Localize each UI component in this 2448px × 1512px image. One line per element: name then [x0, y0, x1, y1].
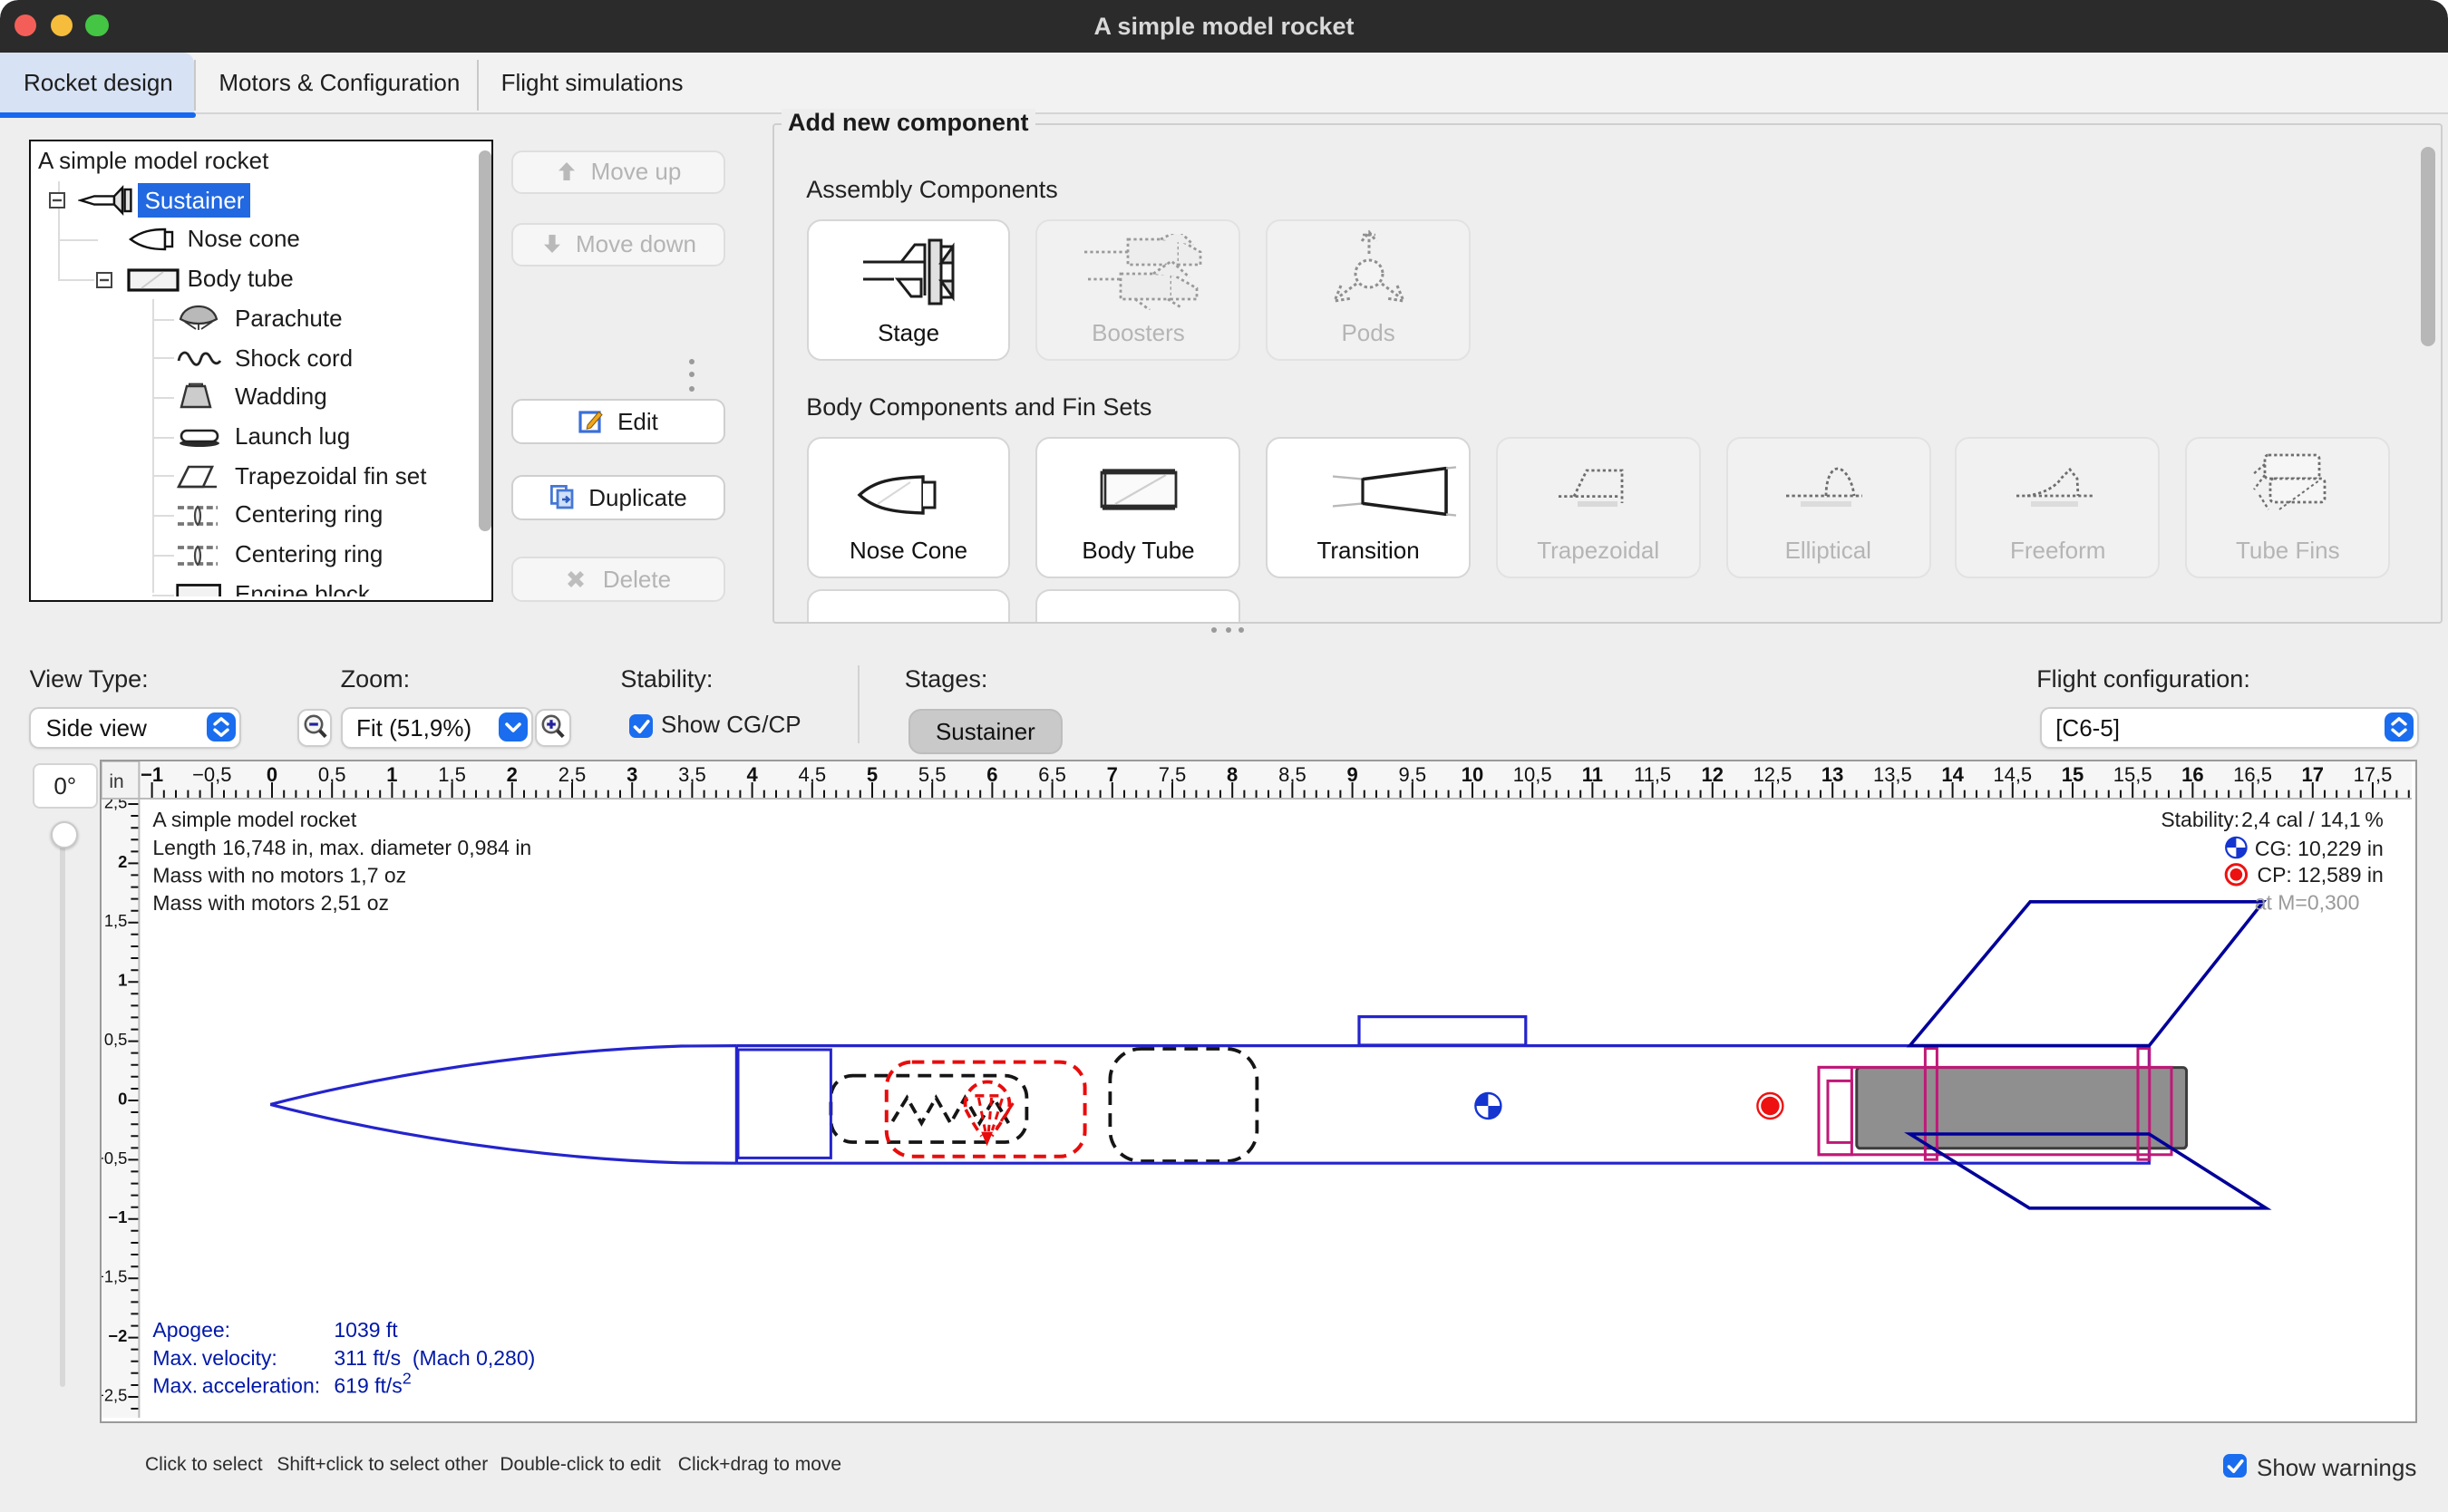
- svg-text:5,5: 5,5: [918, 763, 947, 786]
- svg-text:17: 17: [2301, 763, 2323, 786]
- svg-text:7: 7: [1106, 763, 1117, 786]
- svg-text:0: 0: [266, 763, 277, 786]
- svg-text:2: 2: [506, 763, 517, 786]
- svg-text:1: 1: [386, 763, 397, 786]
- svg-text:in: in: [109, 771, 123, 792]
- svg-text:16: 16: [2181, 763, 2203, 786]
- svg-text:4: 4: [746, 763, 758, 786]
- svg-text:15: 15: [2061, 763, 2083, 786]
- svg-text:1,5: 1,5: [103, 911, 127, 930]
- svg-text:−1,5: −1,5: [102, 1267, 127, 1286]
- svg-text:−1: −1: [141, 763, 163, 786]
- svg-text:13,5: 13,5: [1873, 763, 1912, 786]
- svg-text:Mass with motors 2,51 oz: Mass with motors 2,51 oz: [152, 891, 389, 915]
- svg-text:10: 10: [1461, 763, 1482, 786]
- svg-text:0: 0: [118, 1089, 127, 1108]
- svg-text:311 ft/s (Mach 0,280): 311 ft/s (Mach 0,280): [334, 1346, 535, 1370]
- svg-text:−0,5: −0,5: [192, 763, 231, 786]
- svg-text:2: 2: [118, 852, 127, 871]
- svg-text:8: 8: [1227, 763, 1238, 786]
- svg-text:15,5: 15,5: [2113, 763, 2152, 786]
- svg-text:9: 9: [1346, 763, 1357, 786]
- svg-text:5: 5: [866, 763, 877, 786]
- svg-text:619 ft/s2: 619 ft/s2: [334, 1370, 411, 1398]
- svg-text:at M=0,300: at M=0,300: [2254, 891, 2359, 915]
- svg-text:12: 12: [1701, 763, 1723, 786]
- svg-text:Max. velocity:: Max. velocity:: [152, 1346, 277, 1370]
- svg-text:16,5: 16,5: [2233, 763, 2272, 786]
- svg-text:7,5: 7,5: [1158, 763, 1186, 786]
- svg-text:A simple model rocket: A simple model rocket: [152, 808, 356, 831]
- svg-text:Stability: 2,4 cal / 14,1 %: Stability: 2,4 cal / 14,1 %: [2161, 808, 2383, 831]
- svg-text:6: 6: [986, 763, 997, 786]
- svg-text:1,5: 1,5: [438, 763, 466, 786]
- svg-text:9,5: 9,5: [1398, 763, 1426, 786]
- svg-text:CG: 10,229 in: CG: 10,229 in: [2255, 837, 2384, 860]
- svg-text:3,5: 3,5: [678, 763, 706, 786]
- svg-text:1039 ft: 1039 ft: [334, 1318, 398, 1342]
- svg-text:Mass with no motors 1,7 oz: Mass with no motors 1,7 oz: [152, 864, 406, 887]
- svg-text:−1: −1: [108, 1207, 127, 1226]
- svg-text:11: 11: [1581, 763, 1602, 786]
- svg-text:17,5: 17,5: [2353, 763, 2392, 786]
- svg-text:−2,5: −2,5: [102, 1385, 127, 1404]
- svg-text:−0,5: −0,5: [102, 1149, 127, 1168]
- svg-text:−2: −2: [108, 1326, 127, 1345]
- svg-text:13: 13: [1821, 763, 1843, 786]
- svg-text:14,5: 14,5: [1993, 763, 2032, 786]
- svg-text:Length 16,748 in, max. diamete: Length 16,748 in, max. diameter 0,984 in: [152, 836, 531, 859]
- svg-text:4,5: 4,5: [798, 763, 826, 786]
- svg-text:CP: 12,589 in: CP: 12,589 in: [2257, 863, 2383, 887]
- svg-text:11,5: 11,5: [1634, 763, 1671, 786]
- svg-text:Max. acceleration:: Max. acceleration:: [152, 1374, 320, 1398]
- svg-text:2,5: 2,5: [558, 763, 586, 786]
- svg-text:8,5: 8,5: [1278, 763, 1307, 786]
- svg-text:0,5: 0,5: [103, 1030, 127, 1049]
- svg-text:Apogee:: Apogee:: [152, 1318, 230, 1342]
- svg-text:0,5: 0,5: [318, 763, 346, 786]
- svg-text:6,5: 6,5: [1038, 763, 1066, 786]
- svg-text:10,5: 10,5: [1512, 763, 1551, 786]
- svg-text:14: 14: [1941, 763, 1964, 786]
- svg-text:12,5: 12,5: [1753, 763, 1792, 786]
- svg-text:1: 1: [118, 971, 127, 990]
- svg-text:3: 3: [627, 763, 637, 786]
